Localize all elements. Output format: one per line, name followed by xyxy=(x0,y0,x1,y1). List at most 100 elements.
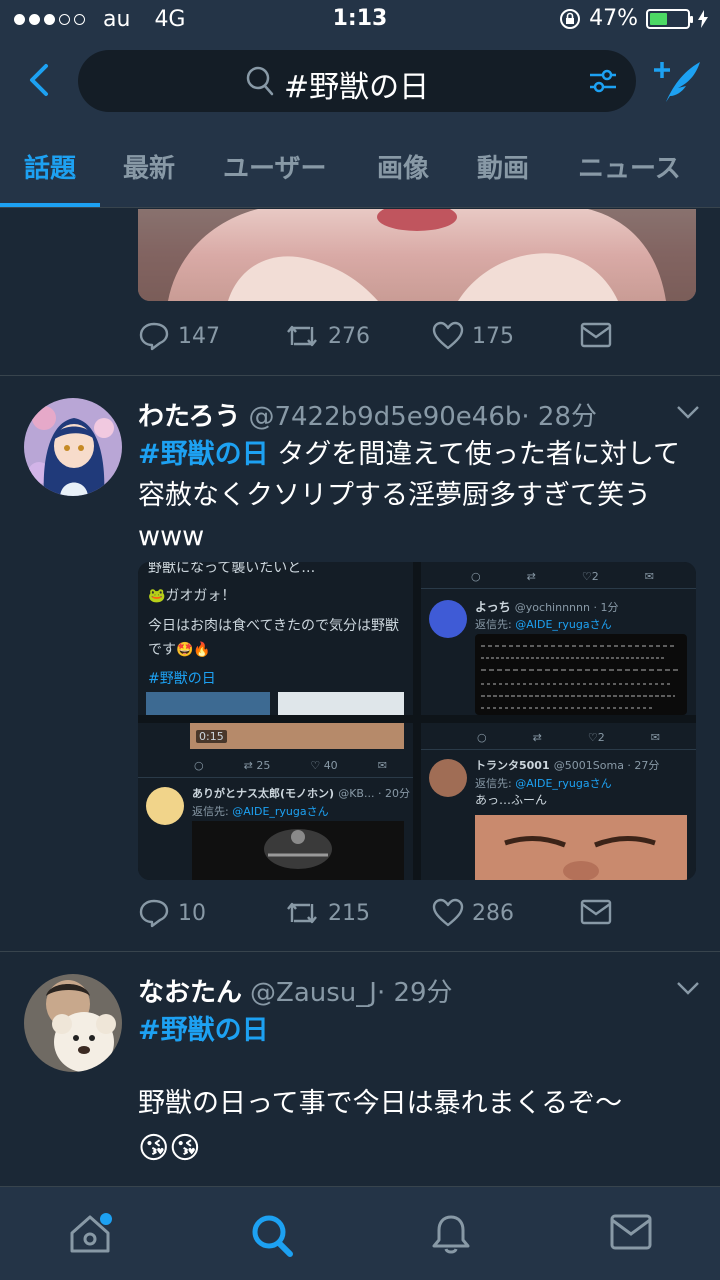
battery-percent: 47% xyxy=(589,6,638,31)
tab-latest[interactable]: 最新 xyxy=(123,148,175,185)
media-thumbnail[interactable]: 0:15 ○ ⇄ 25 ♡ 40 ✉ ありがとナス太郎(モノホン) @KB...… xyxy=(138,723,413,880)
chevron-down-icon[interactable] xyxy=(676,404,700,420)
search-field[interactable]: #野獣の日 xyxy=(78,50,636,112)
screenshot-image xyxy=(475,815,687,880)
tweet-text-content: 野獣の日って事で今日は暴れまくるぞ〜 xyxy=(138,1088,623,1119)
tweet-media-image[interactable] xyxy=(138,209,696,301)
screenshot-line: 今日はお肉は食べてきたので気分は野獣です🤩🔥 xyxy=(148,618,400,658)
reply-button[interactable]: 147 xyxy=(138,321,220,351)
retweet-button[interactable]: 276 xyxy=(284,321,370,351)
back-icon[interactable] xyxy=(22,60,56,100)
media-thumbnail[interactable]: 野獣になって襲いたいと… 🐸ガオガォ！ 今日はお肉は食べてきたので気分は野獣です… xyxy=(138,562,413,715)
like-count: 286 xyxy=(472,900,514,926)
reply-count: 147 xyxy=(178,323,220,349)
like-count: ♡ 40 xyxy=(310,759,338,772)
tweet-emoji: 😘😘 xyxy=(138,1131,201,1166)
screenshot-reply-to: 返信先: @AIDE_ryugaさん xyxy=(475,777,612,790)
retweet-count: 215 xyxy=(328,900,370,926)
heart-icon xyxy=(432,321,464,350)
search-header: #野獣の日 xyxy=(0,40,720,124)
reply-count: 10 xyxy=(178,900,206,926)
search-tabs: 話題 最新 ユーザー 画像 動画 ニュース xyxy=(0,124,720,208)
screenshot-hashtag: #野獣の日 xyxy=(148,671,216,687)
tweet-actions: 10 215 286 xyxy=(138,898,698,938)
media-thumbnail[interactable]: ○ ⇄ ♡2 ✉ トランタ5001 @5001Soma · 27分 返信先: @… xyxy=(421,723,696,880)
rotation-lock-icon xyxy=(560,8,581,29)
retweet-icon: ⇄ xyxy=(532,731,542,744)
dm-share-button[interactable] xyxy=(580,898,612,926)
screenshot-image xyxy=(475,634,687,715)
video-duration: 0:15 xyxy=(196,730,227,743)
like-button[interactable]: 286 xyxy=(432,898,514,928)
notifications-icon xyxy=(432,1215,470,1254)
tab-people[interactable]: ユーザー xyxy=(223,148,326,185)
tab-messages[interactable] xyxy=(610,1213,652,1255)
tweet[interactable]: なおたん @Zausu_J· 29分 #野獣の日 野獣の日って事で今日は暴れまくる… xyxy=(0,952,720,1186)
tab-home[interactable] xyxy=(68,1213,114,1259)
search-icon xyxy=(252,1215,293,1257)
tab-explore[interactable] xyxy=(250,1213,294,1261)
screenshot-line: 🐸ガオガォ！ xyxy=(148,588,236,604)
tab-top[interactable]: 話題 xyxy=(24,148,76,185)
retweet-icon: ⇄ xyxy=(526,570,536,583)
tab-notifications[interactable] xyxy=(430,1213,472,1259)
media-thumbnail[interactable]: ○ ⇄ ♡2 ✉ よっち @yochinnnnn · 1分 返信先: @AIDE… xyxy=(421,562,696,715)
screenshot-image xyxy=(146,692,270,715)
battery-icon xyxy=(646,8,693,29)
screenshot-reply-to: 返信先: @AIDE_ryugaさん xyxy=(192,805,329,818)
home-icon xyxy=(70,1213,112,1253)
like-button[interactable]: 175 xyxy=(432,321,514,351)
avatar[interactable] xyxy=(24,398,122,496)
reply-icon xyxy=(139,899,169,928)
avatar xyxy=(429,600,467,638)
tab-videos[interactable]: 動画 xyxy=(477,148,529,185)
envelope-icon: ✉ xyxy=(650,731,660,744)
screenshot-reply-to: 返信先: @AIDE_ryugaさん xyxy=(475,618,612,631)
heart-icon xyxy=(432,898,464,927)
tab-photos[interactable]: 画像 xyxy=(377,148,429,185)
reply-icon: ○ xyxy=(471,570,481,583)
screenshot-header: ありがとナス太郎(モノホン) @KB... · 20分 xyxy=(192,787,410,800)
screenshot-actions: ○ ⇄ ♡2 ✉ xyxy=(477,731,660,744)
display-name[interactable]: わたろう xyxy=(138,402,240,432)
display-name[interactable]: なおたん xyxy=(138,978,242,1008)
tweet-time: · 28分 xyxy=(521,402,598,432)
reply-button[interactable]: 10 xyxy=(138,898,206,928)
video-preview[interactable]: 0:15 xyxy=(190,723,404,749)
compose-tweet-icon[interactable] xyxy=(652,58,702,104)
hashtag-link[interactable]: #野獣の日 xyxy=(138,439,269,470)
hashtag-link[interactable]: #野獣の日 xyxy=(138,1010,698,1051)
tweet[interactable]: わたろう @7422b9d5e90e46b· 28分 #野獣の日 タグを間違えて使… xyxy=(0,376,720,951)
avatar xyxy=(429,759,467,797)
screenshot-header: よっち @yochinnnnn · 1分 xyxy=(475,600,619,614)
like-count: ♡2 xyxy=(581,570,599,583)
envelope-icon: ✉ xyxy=(377,759,387,772)
screenshot-actions: ○ ⇄ ♡2 ✉ xyxy=(471,570,654,583)
dm-share-button[interactable] xyxy=(580,321,612,349)
filter-icon[interactable] xyxy=(588,66,618,96)
retweet-icon xyxy=(287,325,317,347)
user-handle: @7422b9d5e90e46b xyxy=(248,402,522,432)
screenshot-line: 野獣になって襲いたいと… xyxy=(148,562,316,576)
screenshot-image xyxy=(278,692,404,715)
search-query[interactable]: #野獣の日 xyxy=(284,62,429,106)
user-handle: @Zausu_J xyxy=(250,978,377,1008)
screenshot-actions: ○ ⇄ 25 ♡ 40 ✉ xyxy=(194,759,387,772)
envelope-icon xyxy=(580,899,612,925)
avatar[interactable] xyxy=(24,974,122,1072)
tweet-text: #野獣の日 タグを間違えて使った者に対して容赦なくクソリプする淫夢厨多すぎて笑う… xyxy=(138,434,698,557)
chevron-down-icon[interactable] xyxy=(676,980,700,996)
active-tab-indicator xyxy=(0,203,100,207)
timeline[interactable]: 147 276 175 わたろう @7422b9d5e90e46b· 28分 #… xyxy=(0,209,720,1186)
tweet-text: #野獣の日 野獣の日って事で今日は暴れまくるぞ〜 😘😘 xyxy=(138,1010,698,1169)
tweet-header: なおたん @Zausu_J· 29分 xyxy=(138,972,453,1009)
reply-icon: ○ xyxy=(477,731,487,744)
like-count: 175 xyxy=(472,323,514,349)
envelope-icon: ✉ xyxy=(644,570,654,583)
retweet-button[interactable]: 215 xyxy=(284,898,370,928)
tweet-actions: 147 276 175 xyxy=(138,321,698,361)
tab-news[interactable]: ニュース xyxy=(578,148,681,185)
like-count: ♡2 xyxy=(587,731,605,744)
avatar xyxy=(146,787,184,825)
tweet-media-grid[interactable]: 野獣になって襲いたいと… 🐸ガオガォ！ 今日はお肉は食べてきたので気分は野獣です… xyxy=(138,562,696,880)
